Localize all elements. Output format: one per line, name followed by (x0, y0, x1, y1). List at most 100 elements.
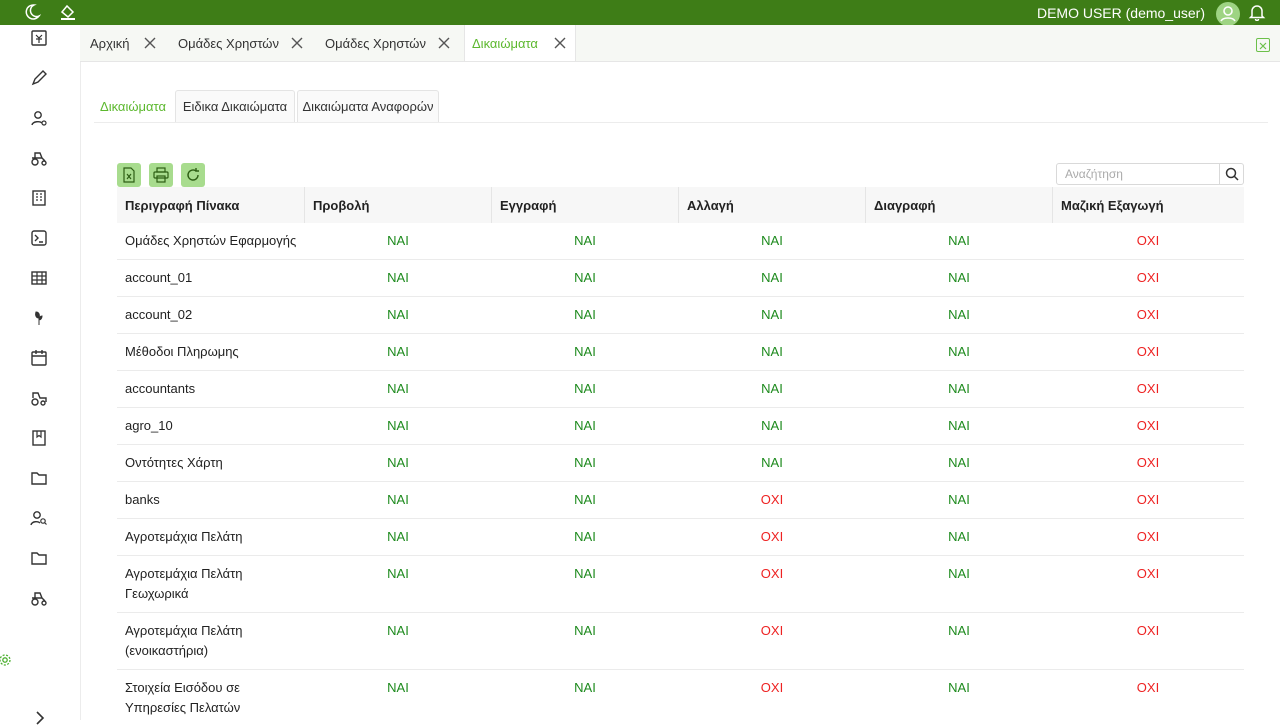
view-value: ΝΑΙ (387, 680, 409, 695)
search-button[interactable] (1220, 163, 1244, 185)
insert-value: ΝΑΙ (574, 623, 596, 638)
calendar-icon[interactable] (30, 349, 48, 367)
tab-permissions[interactable]: Δικαιώματα (464, 25, 576, 61)
mass-export-value: ΟΧΙ (1136, 307, 1160, 322)
user-search-icon[interactable] (30, 509, 48, 527)
table-row[interactable]: Οντότητες Χάρτη ΝΑΙ ΝΑΙ ΝΑΙ ΝΑΙ ΟΧΙ (117, 445, 1244, 482)
column-header-view[interactable]: Προβολή (304, 187, 491, 223)
open-tabs-bar: Αρχική Ομάδες Χρηστών Ομάδες Χρηστών Δικ… (80, 25, 1280, 62)
tractor-icon[interactable] (30, 589, 48, 607)
table-name-cell: Αγροτεμάχια Πελάτη (125, 529, 243, 544)
table-row[interactable]: Αγροτεμάχια Πελάτη Γεωχωρικά ΝΑΙ ΝΑΙ ΟΧΙ… (117, 556, 1244, 613)
insert-value: ΝΑΙ (574, 680, 596, 695)
tractor-icon[interactable] (30, 149, 48, 167)
notifications-bell-icon[interactable] (1248, 3, 1266, 21)
table-row[interactable]: account_02 ΝΑΙ ΝΑΙ ΝΑΙ ΝΑΙ ΟΧΙ (117, 297, 1244, 334)
mass-export-value: ΟΧΙ (1136, 381, 1160, 396)
table-row[interactable]: Στοιχεία Εισόδου σε Υπηρεσίες Πελατών ΝΑ… (117, 670, 1244, 720)
tab-label: Δικαιώματα (472, 35, 538, 51)
delete-value: ΝΑΙ (948, 566, 970, 581)
gear-icon[interactable] (0, 653, 12, 667)
search-input[interactable] (1056, 163, 1220, 185)
chevron-right-icon[interactable] (32, 710, 48, 726)
mass-export-value: ΟΧΙ (1136, 529, 1160, 544)
tab-user-groups[interactable]: Ομάδες Χρηστών (168, 25, 308, 61)
theme-paint-icon[interactable] (59, 3, 77, 21)
close-icon[interactable] (144, 37, 156, 49)
user-avatar[interactable] (1216, 2, 1240, 26)
export-excel-button[interactable] (117, 163, 141, 187)
print-button[interactable] (149, 163, 173, 187)
delete-value: ΝΑΙ (948, 455, 970, 470)
view-value: ΝΑΙ (387, 566, 409, 581)
insert-value: ΝΑΙ (574, 492, 596, 507)
table-row[interactable]: Αγροτεμάχια Πελάτη ΝΑΙ ΝΑΙ ΟΧΙ ΝΑΙ ΟΧΙ (117, 519, 1244, 556)
subtab-permissions[interactable]: Δικαιώματα (94, 90, 172, 122)
close-icon[interactable] (438, 37, 450, 49)
column-header-insert[interactable]: Εγγραφή (491, 187, 678, 223)
column-header-change[interactable]: Αλλαγή (678, 187, 865, 223)
dark-mode-moon-icon[interactable] (23, 3, 41, 21)
table-row[interactable]: accountants ΝΑΙ ΝΑΙ ΝΑΙ ΝΑΙ ΟΧΙ (117, 371, 1244, 408)
view-value: ΝΑΙ (387, 307, 409, 322)
subtab-report-permissions[interactable]: Δικαιώματα Αναφορών (297, 90, 439, 122)
user-settings-icon[interactable] (30, 109, 48, 127)
table-row[interactable]: Ομάδες Χρηστών Εφαρμογής ΝΑΙ ΝΑΙ ΝΑΙ ΝΑΙ… (117, 223, 1244, 260)
mass-export-value: ΟΧΙ (1136, 492, 1160, 507)
change-value: ΟΧΙ (760, 566, 784, 581)
table-name-cell: agro_10 (125, 418, 173, 433)
view-value: ΝΑΙ (387, 529, 409, 544)
close-icon[interactable] (554, 37, 566, 49)
column-header-delete[interactable]: Διαγραφή (865, 187, 1052, 223)
table-row[interactable]: Μέθοδοι Πληρωμης ΝΑΙ ΝΑΙ ΝΑΙ ΝΑΙ ΟΧΙ (117, 334, 1244, 371)
table-row[interactable]: banks ΝΑΙ ΝΑΙ ΟΧΙ ΝΑΙ ΟΧΙ (117, 482, 1244, 519)
tab-home[interactable]: Αρχική (80, 25, 166, 61)
change-value: ΝΑΙ (761, 270, 783, 285)
mass-export-value: ΟΧΙ (1136, 623, 1160, 638)
plant-icon[interactable] (30, 309, 48, 327)
folder-icon[interactable] (30, 549, 48, 567)
insert-value: ΝΑΙ (574, 455, 596, 470)
column-header-description[interactable]: Περιγραφή Πίνακα (117, 187, 304, 223)
tractor-trailer-icon[interactable] (30, 389, 48, 407)
delete-value: ΝΑΙ (948, 680, 970, 695)
book-icon[interactable] (30, 429, 48, 447)
insert-value: ΝΑΙ (574, 381, 596, 396)
view-value: ΝΑΙ (387, 344, 409, 359)
delete-value: ΝΑΙ (948, 344, 970, 359)
top-bar: DEMO USER (demo_user) (0, 0, 1280, 26)
table-name-cell: account_01 (125, 270, 193, 285)
view-value: ΝΑΙ (387, 233, 409, 248)
delete-value: ΝΑΙ (948, 381, 970, 396)
subtab-special-permissions[interactable]: Ειδικα Δικαιώματα (175, 90, 295, 122)
insert-value: ΝΑΙ (574, 566, 596, 581)
refresh-button[interactable] (181, 163, 205, 187)
change-value: ΟΧΙ (760, 623, 784, 638)
table-header: Περιγραφή Πίνακα Προβολή Εγγραφή Αλλαγή … (117, 187, 1244, 223)
user-name[interactable]: DEMO USER (demo_user) (1037, 5, 1205, 21)
table-name-cell: Μέθοδοι Πληρωμης (125, 344, 239, 359)
table-row[interactable]: account_01 ΝΑΙ ΝΑΙ ΝΑΙ ΝΑΙ ΟΧΙ (117, 260, 1244, 297)
delete-value: ΝΑΙ (948, 623, 970, 638)
view-value: ΝΑΙ (387, 623, 409, 638)
change-value: ΝΑΙ (761, 307, 783, 322)
folder-icon[interactable] (30, 469, 48, 487)
close-all-tabs-button[interactable] (1256, 38, 1270, 52)
change-value: ΟΧΙ (760, 492, 784, 507)
pen-icon[interactable] (30, 69, 48, 87)
tab-user-groups-2[interactable]: Ομάδες Χρηστών (315, 25, 455, 61)
table-name-cell: Ομάδες Χρηστών Εφαρμογής (125, 233, 297, 248)
invoice-icon[interactable] (30, 29, 48, 47)
mass-export-value: ΟΧΙ (1136, 270, 1160, 285)
table-row[interactable]: Αγροτεμάχια Πελάτη (ενοικαστήρια) ΝΑΙ ΝΑ… (117, 613, 1244, 670)
column-header-mass-export[interactable]: Μαζική Εξαγωγή (1052, 187, 1244, 223)
refresh-icon (187, 168, 199, 181)
table-row[interactable]: agro_10 ΝΑΙ ΝΑΙ ΝΑΙ ΝΑΙ ΟΧΙ (117, 408, 1244, 445)
tab-label: Ομάδες Χρηστών (325, 35, 426, 51)
terminal-icon[interactable] (30, 229, 48, 247)
table-icon[interactable] (30, 269, 48, 287)
building-icon[interactable] (30, 189, 48, 207)
user-avatar-icon (1220, 6, 1236, 22)
close-icon[interactable] (291, 37, 303, 49)
excel-export-icon (123, 167, 135, 183)
